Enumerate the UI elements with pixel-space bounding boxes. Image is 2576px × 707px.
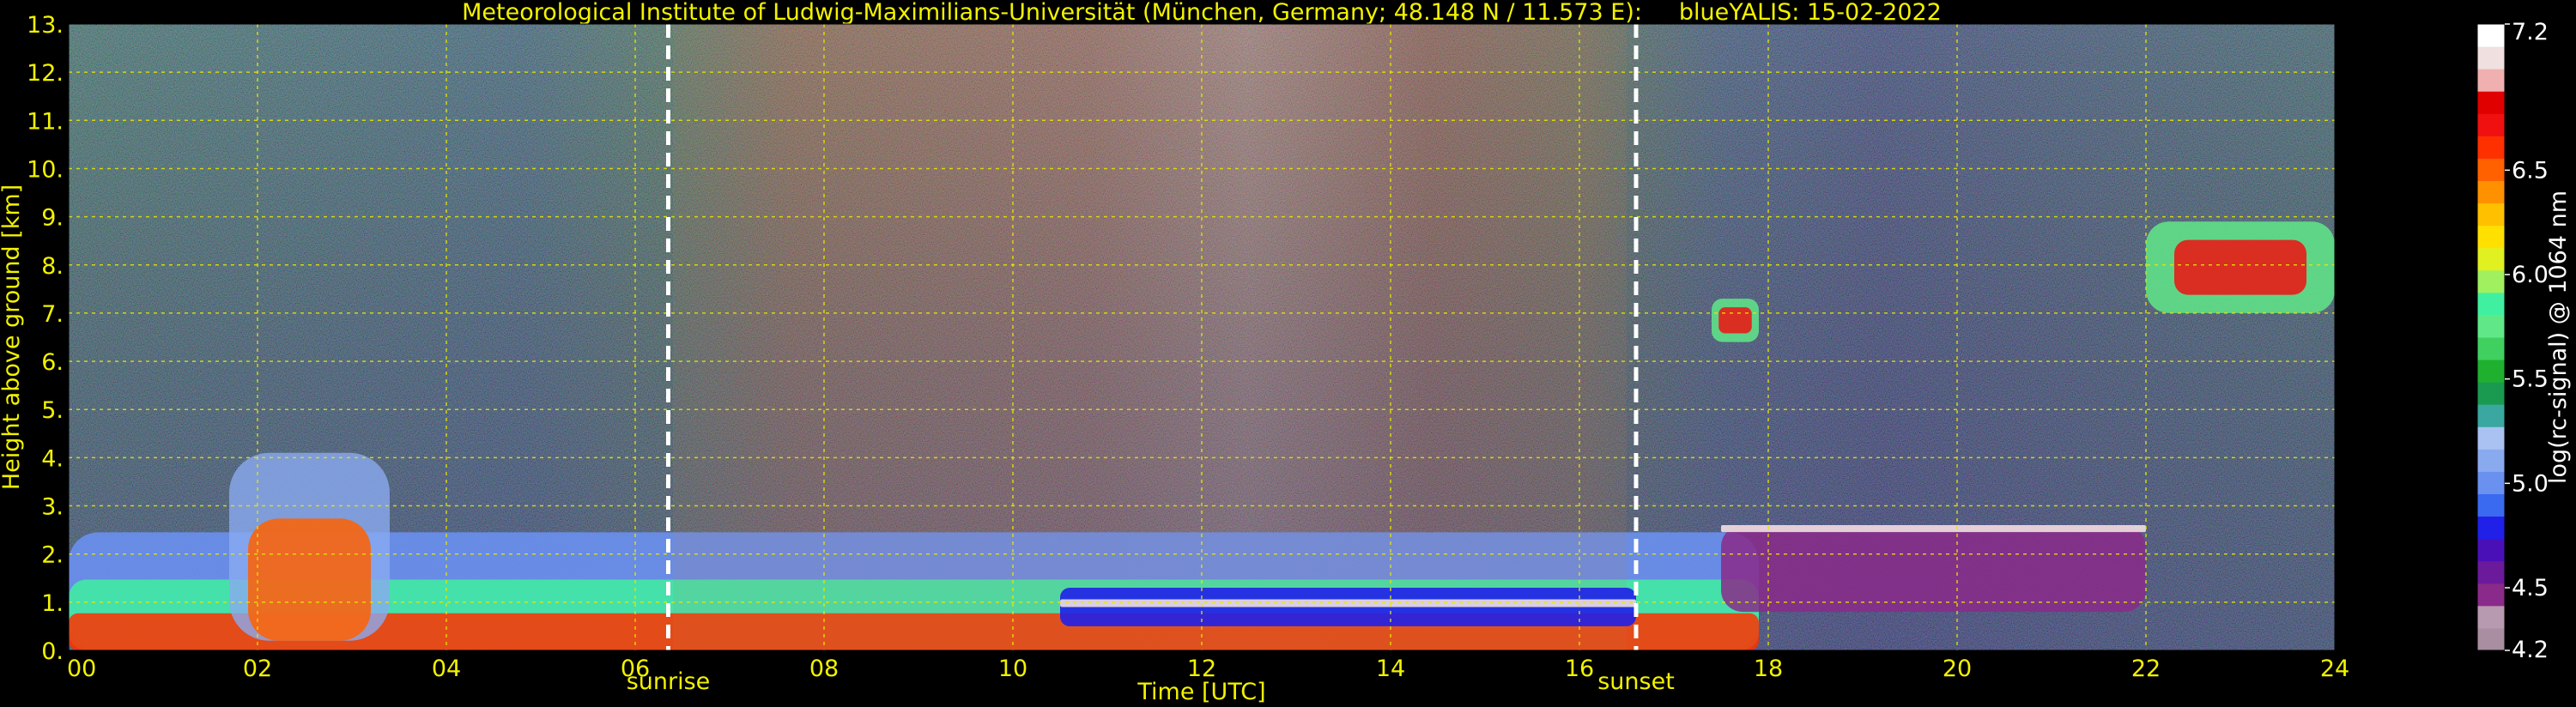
y-tick-label: 1.: [41, 590, 64, 617]
y-tick-label: 5.: [41, 397, 64, 424]
colorbar-swatch: [2477, 69, 2505, 92]
colorbar-swatch: [2477, 247, 2505, 271]
lidar-figure: Meteorological Institute of Ludwig-Maxim…: [0, 0, 2572, 705]
x-tick-label: 08: [809, 656, 839, 682]
colorbar-tick-label: 4.2: [2512, 637, 2549, 663]
y-tick-label: 2.: [41, 542, 64, 569]
colorbar-swatch: [2477, 560, 2505, 584]
x-tick-label: 18: [1754, 656, 1783, 682]
colorbar-swatch: [2477, 627, 2505, 651]
colorbar-tick-label: 6.0: [2512, 262, 2549, 288]
x-tick-label: 20: [1943, 656, 1972, 682]
x-tick-label: 22: [2131, 656, 2161, 682]
colorbar-swatch: [2477, 360, 2505, 383]
elevated-layer: [1721, 525, 2146, 613]
colorbar-swatch: [2477, 24, 2505, 47]
colorbar: [2476, 23, 2506, 651]
colorbar-swatch: [2477, 516, 2505, 540]
x-axis-label: Time [UTC]: [1136, 679, 1265, 705]
y-tick-label: 6.: [41, 349, 64, 376]
colorbar-swatch: [2477, 292, 2505, 316]
y-tick-label: 13.: [27, 12, 64, 39]
chart-title: Meteorological Institute of Ludwig-Maxim…: [462, 0, 1942, 26]
y-tick-label: 9.: [41, 205, 64, 232]
colorbar-swatch: [2477, 404, 2505, 427]
daylight-noise: [673, 24, 1627, 650]
sunrise-label: sunrise: [627, 668, 711, 695]
low-cloud-top: [1060, 599, 1636, 607]
cirrus-core: [1718, 307, 1752, 334]
colorbar-tick-label: 7.2: [2512, 19, 2549, 45]
y-tick-label: 3.: [41, 494, 64, 521]
sunset-label: sunset: [1597, 668, 1675, 695]
y-axis-label: Height above ground [km]: [0, 184, 25, 490]
y-tick-label: 11.: [27, 108, 64, 135]
x-tick-label: 04: [432, 656, 461, 682]
y-tick-label: 12.: [27, 60, 64, 87]
colorbar-swatch: [2477, 605, 2505, 629]
y-tick-label: 7.: [41, 301, 64, 328]
colorbar-label: log(rc-signal) @ 1064 nm: [2545, 190, 2572, 484]
plot-area: [69, 24, 2335, 650]
colorbar-swatch: [2477, 493, 2505, 517]
x-tick-label: 24: [2320, 656, 2349, 682]
colorbar-tick-labels: 4.2 4.5 5.0 5.5 6.0 6.5 7.2: [2505, 19, 2549, 663]
y-tick-label: 8.: [41, 253, 64, 280]
colorbar-swatch: [2477, 471, 2505, 494]
y-tick-label: 4.: [41, 445, 64, 472]
colorbar-swatch: [2477, 314, 2505, 338]
colorbar-swatch: [2477, 449, 2505, 472]
colorbar-swatch: [2477, 136, 2505, 159]
x-tick-label: 02: [243, 656, 272, 682]
x-tick-label: 14: [1376, 656, 1405, 682]
colorbar-swatch: [2477, 426, 2505, 450]
colorbar-swatch: [2477, 382, 2505, 405]
colorbar-tick-label: 6.5: [2512, 157, 2549, 184]
y-tick-label: 10.: [27, 156, 64, 183]
colorbar-swatch: [2477, 158, 2505, 181]
colorbar-tick-label: 4.5: [2512, 575, 2549, 601]
x-tick-label: 10: [998, 656, 1027, 682]
colorbar-swatch: [2477, 91, 2505, 114]
y-tick-labels: 0. 1. 2. 3. 4. 5. 6. 7. 8. 9. 10. 11. 12. 13.: [27, 12, 64, 665]
colorbar-swatch: [2477, 113, 2505, 136]
x-tick-label: 00: [67, 656, 96, 682]
plume-core: [248, 518, 371, 641]
colorbar-swatch: [2477, 337, 2505, 360]
colorbar-swatch: [2477, 180, 2505, 204]
colorbar-swatch: [2477, 225, 2505, 249]
colorbar-swatch: [2477, 583, 2505, 607]
colorbar-swatch: [2477, 202, 2505, 227]
colorbar-swatch: [2477, 538, 2505, 562]
cirrus-core: [2174, 239, 2306, 295]
colorbar-tick-label: 5.5: [2512, 366, 2549, 393]
colorbar-swatch: [2477, 46, 2505, 69]
x-tick-label: 16: [1565, 656, 1594, 682]
elevated-layer-top: [1721, 525, 2146, 533]
colorbar-tick-label: 5.0: [2512, 470, 2549, 497]
colorbar-swatch: [2477, 269, 2505, 293]
y-tick-label: 0.: [41, 638, 64, 665]
